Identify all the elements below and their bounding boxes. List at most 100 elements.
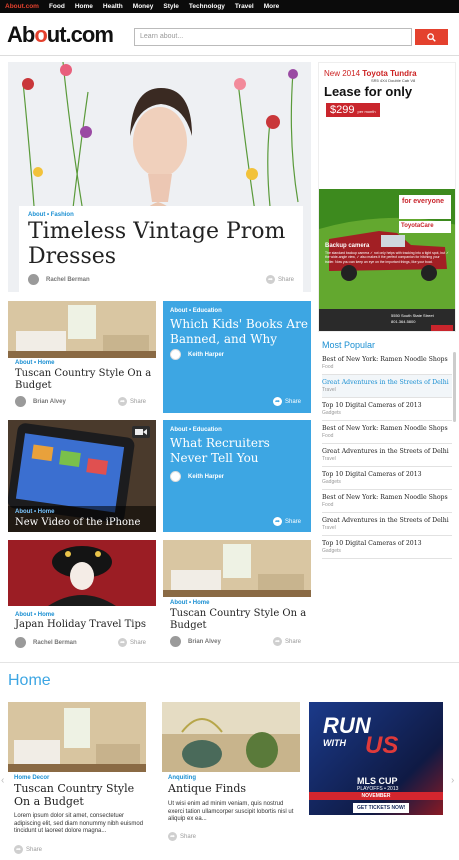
tile-byline: Brian Alvey (15, 396, 66, 407)
list-item[interactable]: Great Adventures in the Streets of Delhi… (322, 513, 452, 536)
toyota-ad[interactable]: New 2014 Toyota Tundra SR5 4X4 Double Ca… (318, 62, 456, 332)
tile-author[interactable]: Brian Alvey (188, 639, 221, 645)
tile-title[interactable]: Japan Holiday Travel Tips (15, 619, 153, 631)
home-card-title[interactable]: Tuscan Country Style On a Budget (14, 782, 144, 808)
list-item-category: Travel (322, 456, 336, 462)
share-label: Share (180, 833, 197, 840)
list-item-title[interactable]: Best of New York: Ramen Noodle Shops (322, 425, 452, 432)
top-nav: About.com Food Home Health Money Style T… (0, 0, 459, 13)
search-input[interactable]: Learn about... (134, 28, 412, 46)
nav-item-technology[interactable]: Technology (189, 3, 225, 10)
list-item[interactable]: Best of New York: Ramen Noodle Shops Food (322, 490, 452, 513)
list-item[interactable]: Great Adventures in the Streets of Delhi… (322, 444, 452, 467)
list-item-title[interactable]: Great Adventures in the Streets of Delhi (322, 517, 452, 524)
tile-title[interactable]: New Video of the iPhone (15, 517, 153, 529)
mls-ad-us: US (365, 732, 399, 759)
home-card-category[interactable]: Home Decor (14, 775, 49, 781)
share-button[interactable]: ➦ Share (118, 638, 146, 647)
mls-ad[interactable]: RUN WITH US MLS CUP PLAYOFFS • 2013 NOVE… (309, 702, 443, 815)
carousel-next-icon[interactable]: › (451, 775, 454, 786)
tile-title[interactable]: Tuscan Country Style On a Budget (170, 608, 308, 632)
tile-category[interactable]: About • Education (170, 308, 222, 314)
tile-author[interactable]: Keith Harper (188, 474, 224, 480)
mls-ad-with: WITH (323, 738, 346, 748)
share-icon: ➦ (273, 517, 282, 526)
hero-title[interactable]: Timeless Vintage Prom Dresses (28, 219, 294, 269)
nav-item-more[interactable]: More (264, 3, 280, 10)
tile-author[interactable]: Keith Harper (188, 352, 224, 358)
home-card-title[interactable]: Antique Finds (168, 782, 298, 796)
tile-author[interactable]: Brian Alvey (33, 399, 66, 405)
list-item[interactable]: Top 10 Digital Cameras of 2013 Gadgets (322, 398, 452, 421)
tile-author[interactable]: Rachel Berman (33, 640, 77, 646)
ad-price: $299 per month (326, 103, 380, 117)
share-button[interactable]: ➦ Share (118, 397, 146, 406)
tile-photo (163, 540, 311, 597)
list-item-title[interactable]: Great Adventures in the Streets of Delhi (322, 379, 452, 386)
nav-item-travel[interactable]: Travel (235, 3, 254, 10)
share-button[interactable]: ➦ Share (266, 275, 294, 284)
hero-category[interactable]: About • Fashion (28, 212, 294, 218)
list-item[interactable]: Great Adventures in the Streets of Delhi… (322, 375, 452, 398)
article-tile[interactable]: About • Education What Recruiters Never … (163, 420, 311, 532)
tile-category[interactable]: About • Home (15, 612, 54, 618)
list-item-category: Travel (322, 525, 336, 531)
list-item[interactable]: Best of New York: Ramen Noodle Shops Food (322, 352, 452, 375)
list-item-title[interactable]: Great Adventures in the Streets of Delhi (322, 448, 452, 455)
nav-item-money[interactable]: Money (133, 3, 154, 10)
share-button[interactable]: ➦ Share (273, 517, 301, 526)
search-icon (427, 32, 436, 42)
nav-item-home[interactable]: Home (75, 3, 93, 10)
carousel-prev-icon[interactable]: ‹ (1, 775, 4, 786)
tile-category[interactable]: About • Home (15, 509, 54, 515)
tile-category[interactable]: About • Home (15, 360, 54, 366)
tile-photo (8, 301, 156, 358)
home-card[interactable]: Anquiting Antique Finds Ut wisi enim ad … (162, 702, 300, 860)
section-title-home[interactable]: Home (8, 672, 51, 690)
list-item-title[interactable]: Best of New York: Ramen Noodle Shops (322, 356, 452, 363)
hero-card[interactable]: About • Fashion Timeless Vintage Prom Dr… (19, 206, 303, 292)
article-tile[interactable]: About • Home Japan Holiday Travel Tips R… (8, 540, 156, 650)
share-icon: ➦ (273, 637, 282, 646)
list-item-category: Travel (322, 387, 336, 393)
article-tile[interactable]: About • Home Tuscan Country Style On a B… (163, 540, 311, 650)
search-button[interactable] (415, 29, 448, 45)
nav-item-health[interactable]: Health (103, 3, 123, 10)
tile-title[interactable]: Tuscan Country Style On a Budget (15, 368, 153, 392)
list-item-title[interactable]: Top 10 Digital Cameras of 2013 (322, 540, 452, 547)
nav-item-style[interactable]: Style (163, 3, 179, 10)
article-tile[interactable]: About • Education Which Kids' Books Are … (163, 301, 311, 413)
tile-category[interactable]: About • Education (170, 427, 222, 433)
list-item-title[interactable]: Best of New York: Ramen Noodle Shops (322, 494, 452, 501)
header-divider (0, 55, 459, 56)
list-item[interactable]: Best of New York: Ramen Noodle Shops Food (322, 421, 452, 444)
video-tile[interactable]: About • Home New Video of the iPhone (8, 420, 156, 532)
list-item-title[interactable]: Top 10 Digital Cameras of 2013 (322, 402, 452, 409)
share-button[interactable]: ➦ Share (14, 845, 42, 854)
avatar (170, 471, 181, 482)
mls-ad-run: RUN (323, 713, 371, 738)
nav-item-food[interactable]: Food (49, 3, 65, 10)
tile-title[interactable]: Which Kids' Books Are Banned, and Why (170, 317, 308, 347)
share-icon: ➦ (266, 275, 275, 284)
home-card-category[interactable]: Anquiting (168, 775, 196, 781)
article-tile[interactable]: About • Home Tuscan Country Style On a B… (8, 301, 156, 413)
ad-price-value: $299 (330, 104, 355, 116)
site-logo[interactable]: About.com (7, 22, 114, 48)
nav-item-about[interactable]: About.com (5, 3, 39, 10)
ad-price-per: per month (357, 109, 376, 114)
list-item[interactable]: Top 10 Digital Cameras of 2013 Gadgets (322, 536, 452, 559)
hero-author[interactable]: Rachel Berman (46, 277, 90, 283)
share-label: Share (26, 846, 43, 853)
share-button[interactable]: ➦ Share (273, 397, 301, 406)
share-button[interactable]: ➦ Share (168, 832, 196, 841)
list-item-title[interactable]: Top 10 Digital Cameras of 2013 (322, 471, 452, 478)
share-button[interactable]: ➦ Share (273, 637, 301, 646)
tile-title[interactable]: What Recruiters Never Tell You (170, 436, 308, 466)
most-popular-scrollbar[interactable] (453, 352, 456, 422)
tile-byline: Keith Harper (170, 349, 224, 360)
home-card[interactable]: Home Decor Tuscan Country Style On a Bud… (8, 702, 146, 860)
tile-category[interactable]: About • Home (170, 600, 209, 606)
get-tickets-button[interactable]: GET TICKETS NOW! (353, 803, 410, 813)
list-item[interactable]: Top 10 Digital Cameras of 2013 Gadgets (322, 467, 452, 490)
